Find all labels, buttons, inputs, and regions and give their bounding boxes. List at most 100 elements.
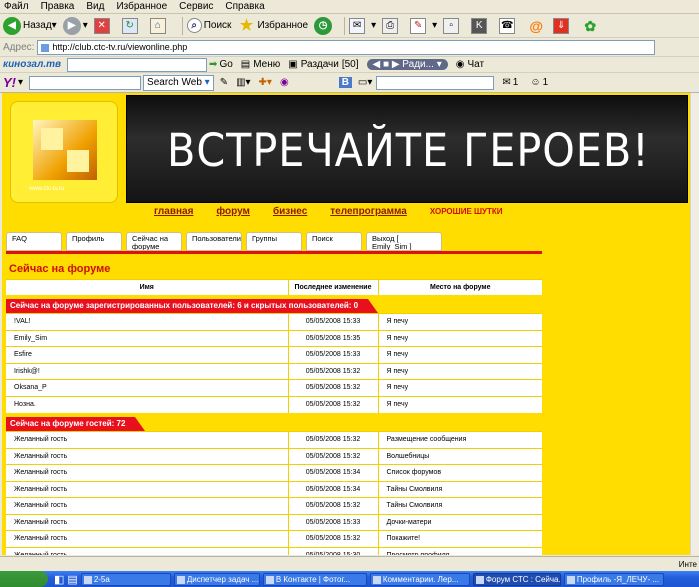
location-link[interactable]: Я печу <box>377 346 542 363</box>
user-link[interactable]: !VAL! <box>6 313 289 330</box>
stop-button[interactable]: ✕ <box>93 17 116 34</box>
tab-profile[interactable]: Профиль <box>66 232 122 251</box>
icq-button[interactable]: ✿ <box>581 17 601 35</box>
location-link[interactable]: Просмотр профиля <box>377 546 542 555</box>
task-profile[interactable]: Профиль -Я_ЛЕЧУ- ... <box>563 572 664 586</box>
tab-faq[interactable]: FAQ <box>6 232 62 251</box>
status-bar: Инте <box>0 556 699 571</box>
vertical-scrollbar[interactable] <box>690 93 699 555</box>
favorites-button[interactable]: ★ Избранное <box>237 17 308 35</box>
toolbar-separator <box>181 16 183 35</box>
back-button[interactable]: ◀ Назад ▾ <box>3 16 57 35</box>
yahoo-search-input[interactable] <box>29 75 142 90</box>
razdachi-button[interactable]: Раздачи <box>301 59 339 70</box>
forward-button[interactable]: ▶ ▾ <box>62 16 88 35</box>
location-link[interactable]: Я печу <box>377 362 542 380</box>
download-button[interactable]: ⇓ <box>553 17 575 34</box>
time-cell: 05/05/2008 15:32 <box>288 530 378 547</box>
online-table: Имя Последнее изменение Место на форуме … <box>6 279 542 555</box>
search-button[interactable]: ⌕ Поиск <box>186 18 231 33</box>
add-icon[interactable]: ✚▾ <box>259 77 272 88</box>
location-link[interactable]: Я печу <box>377 395 542 413</box>
k-button[interactable]: K <box>471 17 493 34</box>
address-input[interactable]: http://club.ctc-tv.ru/viewonline.php <box>37 40 655 55</box>
edit-button[interactable]: ✎ ▾ <box>410 17 437 34</box>
task-task-manager[interactable]: Диспетчер задач ... <box>173 572 260 586</box>
print-button[interactable]: ⎙ <box>382 17 404 34</box>
nav-jokes[interactable]: ХОРОШИЕ ШУТКИ <box>430 206 503 217</box>
table-header: Имя Последнее изменение Место на форуме <box>6 279 542 295</box>
menu-file[interactable]: Файл <box>4 1 29 12</box>
chevron-down-icon: ▾ <box>18 77 24 88</box>
mail-button[interactable]: ✉ ▾ <box>349 17 376 34</box>
quick-launch-icon[interactable]: ◧ <box>54 573 64 586</box>
mail-icon[interactable]: ✉ <box>502 77 510 88</box>
user-link[interactable]: Oksana_P <box>6 379 289 396</box>
messenger-icon[interactable]: ◉ <box>280 77 289 88</box>
user-link[interactable]: Emily_Sim <box>6 329 289 347</box>
home-button[interactable]: ⌂ <box>149 17 172 34</box>
refresh-button[interactable]: ↻ <box>121 17 144 34</box>
nav-home[interactable]: главная <box>154 206 193 217</box>
menu-tools[interactable]: Сервис <box>179 1 213 12</box>
user-link[interactable]: Esfire <box>6 346 289 363</box>
banner[interactable]: ВСТРЕЧАЙТЕ ГЕРОЕВ! <box>126 95 688 203</box>
location-link[interactable]: Я печу <box>377 313 542 330</box>
chat-button[interactable]: Чат <box>468 59 485 70</box>
tab-groups[interactable]: Группы <box>246 232 302 251</box>
discuss-button[interactable]: ▫ <box>443 17 465 34</box>
start-button[interactable] <box>0 571 48 587</box>
pencil-icon[interactable]: ✎ <box>220 77 228 88</box>
task-comments[interactable]: Комментарии. Лер... <box>369 572 470 586</box>
tab-members[interactable]: Пользователи <box>186 232 242 251</box>
yahoo-second-input[interactable] <box>376 75 495 90</box>
nav-tv-program[interactable]: телепрограмма <box>330 206 407 217</box>
history-button[interactable]: ◷ <box>314 16 334 35</box>
location-link[interactable]: Я печу <box>377 379 542 396</box>
flower-icon: ✿ <box>584 17 597 34</box>
radio-player[interactable]: ◀ ■ ▶ Ради... ▾ <box>366 59 448 70</box>
tab-logout[interactable]: Выход [ Emily_Sim ] <box>366 232 442 251</box>
nav-business[interactable]: бизнес <box>273 206 307 217</box>
location-link[interactable]: Список форумов <box>377 464 542 481</box>
user-icon[interactable]: ☺ <box>530 77 540 88</box>
table-row: Oksana_P 05/05/2008 15:32 Я печу <box>6 379 542 396</box>
k-icon: K <box>471 17 488 34</box>
menu-favorites[interactable]: Избранное <box>116 1 167 12</box>
tab-search[interactable]: Поиск <box>306 232 362 251</box>
location-link[interactable]: Я печу <box>377 329 542 347</box>
go-button[interactable]: Go <box>219 59 232 70</box>
standard-toolbar: ◀ Назад ▾ ▶ ▾ ✕ ↻ ⌂ ⌕ Поиск ★ Избранное ◷ ✉ ▾… <box>0 14 699 38</box>
menu-help[interactable]: Справка <box>225 1 264 12</box>
page-icon[interactable]: ▭▾ <box>358 77 372 88</box>
task-folder[interactable]: 2-5а <box>80 572 171 586</box>
toolbar-options-icon[interactable]: ▥▾ <box>236 77 250 88</box>
menu-edit[interactable]: Правка <box>41 1 75 12</box>
task-vkontakte[interactable]: В Контакте | Фотог... <box>262 572 367 586</box>
taskbar: ◧ ▤ 2-5а Диспетчер задач ... В Контакте … <box>0 571 699 587</box>
user-link[interactable]: Нозна. <box>6 395 289 413</box>
ctc-logo[interactable]: www.ctc-tv.ru <box>10 101 118 203</box>
yahoo-logo[interactable]: Y! <box>3 75 16 90</box>
table-row: Желанный гость 05/05/2008 15:34 Список фор… <box>6 464 542 481</box>
location-link[interactable]: Покажите! <box>377 530 542 547</box>
location-link[interactable]: Волшебницы <box>377 447 542 465</box>
kinozal-search-input[interactable] <box>67 57 208 72</box>
folder-icon[interactable]: ▤ <box>67 573 77 586</box>
location-link[interactable]: Размещение сообщения <box>377 431 542 448</box>
star-icon: ★ <box>239 16 254 34</box>
search-web-button[interactable]: Search Web ▾ <box>143 74 214 91</box>
location-link[interactable]: Тайны Смолвиля <box>377 497 542 514</box>
nav-forum[interactable]: форум <box>216 206 250 217</box>
b-button[interactable]: B <box>338 77 352 88</box>
address-label: Адрес: <box>3 42 35 53</box>
location-link[interactable]: Дочки-матери <box>377 513 542 531</box>
user-link[interactable]: Irishk@! <box>6 362 289 380</box>
kinozal-menu-button[interactable]: Меню <box>253 59 280 70</box>
mailru-button[interactable]: @ <box>527 17 547 35</box>
location-link[interactable]: Тайны Смолвиля <box>377 480 542 498</box>
messenger-button[interactable]: ☎ <box>499 17 521 34</box>
menu-view[interactable]: Вид <box>86 1 104 12</box>
tab-online-now[interactable]: Сейчас на форуме <box>126 232 182 251</box>
task-ctc-forum[interactable]: Форум СТС : Сейча... <box>472 572 561 586</box>
